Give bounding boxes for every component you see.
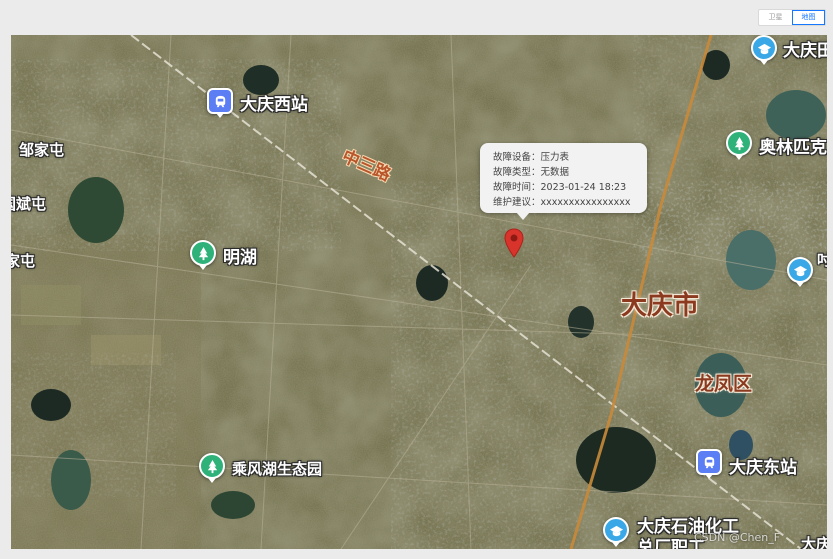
info-value: 无数据 <box>540 167 570 178</box>
map-viewport[interactable]: 大庆西站 邹家屯 国斌屯 家屯 明湖 中三路 大庆市 龙凤区 乘风湖生态园 大庆… <box>11 35 827 549</box>
label-jiatun: 家屯 <box>11 252 36 270</box>
school-cap-icon[interactable] <box>751 35 777 65</box>
info-row-device: 故障设备：压力表 <box>493 150 647 165</box>
map-app: 卫星 地图 大庆西站 邹家屯 斌屯 家屯 明湖 中三路 大庆市 龙凤区 乘风湖生… <box>0 0 833 559</box>
label-daqing-city: 大庆市 <box>621 291 700 321</box>
label-longfeng-district: 龙凤区 <box>695 373 753 395</box>
info-row-type: 故障类型：无数据 <box>493 165 647 180</box>
info-row-suggestion: 维护建议：xxxxxxxxxxxxxxxx <box>493 195 647 210</box>
fault-info-window: 故障设备：压力表 故障类型：无数据 故障时间：2023-01-24 18:23 … <box>480 143 647 220</box>
park-tree-icon[interactable] <box>190 240 216 270</box>
watermark: CSDN @Chen_F <box>694 531 781 544</box>
school-cap-icon[interactable] <box>787 257 813 287</box>
label-right-edge-partial: 吋 <box>817 251 827 269</box>
map-type-toggle: 卫星 地图 <box>758 9 826 26</box>
school-cap-icon[interactable] <box>603 517 629 547</box>
info-value: 压力表 <box>540 152 570 163</box>
info-label: 故障时间： <box>493 182 541 193</box>
map-toggle-button[interactable]: 地图 <box>792 10 825 25</box>
label-chengfenghu-park: 乘风湖生态园 <box>232 460 323 478</box>
label-daqing-west-station: 大庆西站 <box>240 95 308 115</box>
info-label: 维护建议： <box>493 197 541 208</box>
park-tree-icon[interactable] <box>726 130 752 160</box>
label-olympic-partial: 奥林匹克 <box>759 138 827 158</box>
info-label: 故障设备： <box>493 152 541 163</box>
label-zoujiatun: 邹家屯 <box>19 141 65 159</box>
info-value: xxxxxxxxxxxxxxxx <box>540 197 631 208</box>
label-bottom-right-partial: 大庆 <box>801 535 827 549</box>
label-daqing-east-station: 大庆东站 <box>729 458 797 478</box>
train-station-icon[interactable] <box>696 449 722 479</box>
satellite-toggle-button[interactable]: 卫星 <box>759 10 792 25</box>
info-row-time: 故障时间：2023-01-24 18:23 <box>493 180 647 195</box>
info-label: 故障类型： <box>493 167 541 178</box>
map-pin-icon[interactable] <box>503 228 525 258</box>
park-tree-icon[interactable] <box>199 453 225 483</box>
label-minghu: 明湖 <box>223 248 257 268</box>
label-guobintun: 国斌屯 <box>11 195 47 213</box>
info-value: 2023-01-24 18:23 <box>540 182 627 193</box>
train-station-icon[interactable] <box>207 88 233 118</box>
label-top-right-partial: 大庆田 <box>783 41 827 61</box>
